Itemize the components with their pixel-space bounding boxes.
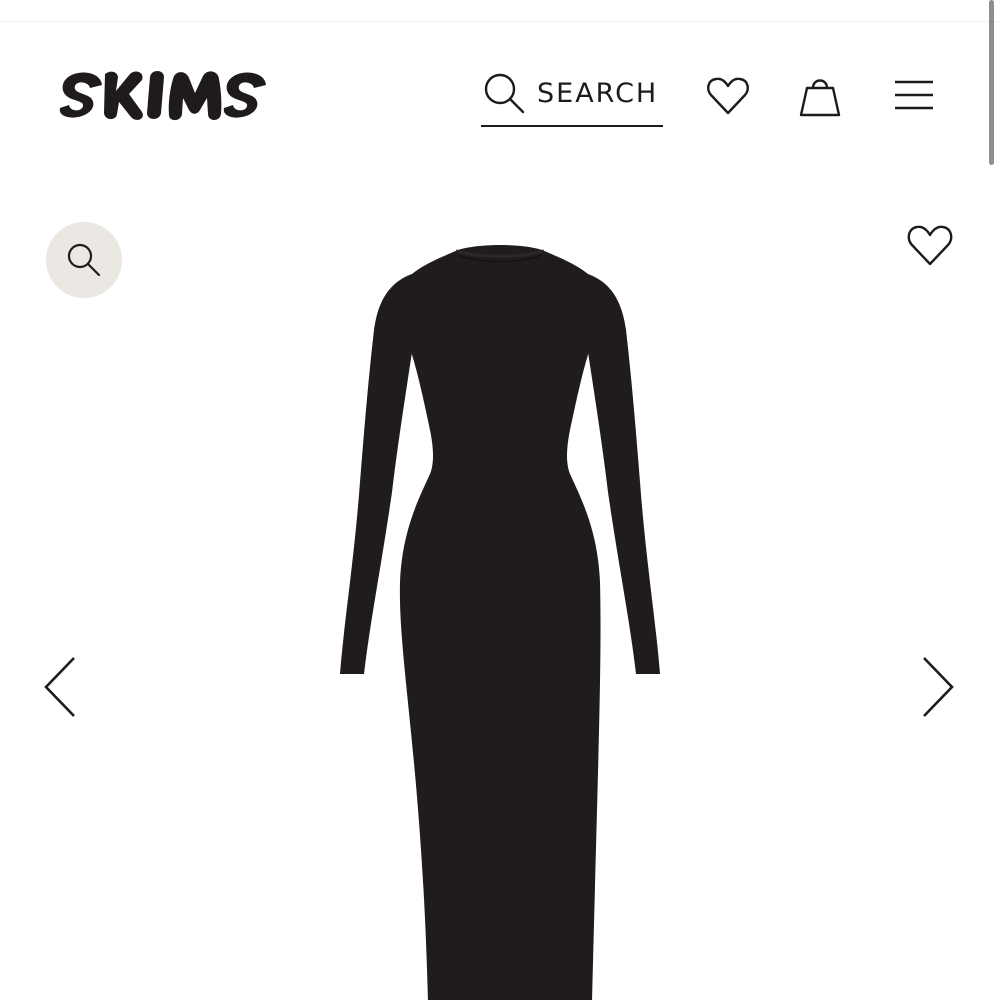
chevron-left-icon: [44, 657, 75, 717]
status-strip: [0, 0, 1000, 22]
brand-logo[interactable]: [56, 60, 288, 130]
search-bar[interactable]: SEARCH: [481, 69, 663, 127]
search-label: SEARCH: [537, 77, 659, 109]
product-gallery: [0, 167, 1000, 1000]
hamburger-menu-icon: [895, 80, 933, 110]
heart-outline-icon: [907, 225, 953, 266]
product-page: SEARCH: [0, 0, 1000, 1000]
wishlist-button[interactable]: [704, 72, 752, 120]
search-icon: [481, 71, 527, 117]
product-image[interactable]: [330, 242, 670, 1000]
next-image-button[interactable]: [916, 652, 960, 722]
shopping-bag-button[interactable]: [797, 70, 843, 122]
long-sleeve-dress-image: [340, 245, 660, 1000]
shopping-bag-icon: [799, 79, 841, 117]
menu-button[interactable]: [891, 75, 937, 115]
heart-icon: [707, 77, 749, 115]
skims-logo-mark: [59, 71, 266, 121]
site-header: SEARCH: [0, 22, 1000, 167]
previous-image-button[interactable]: [38, 652, 82, 722]
chevron-right-icon: [923, 657, 954, 717]
magnifier-icon: [67, 243, 101, 277]
favorite-button[interactable]: [904, 222, 956, 270]
zoom-button[interactable]: [46, 222, 122, 298]
